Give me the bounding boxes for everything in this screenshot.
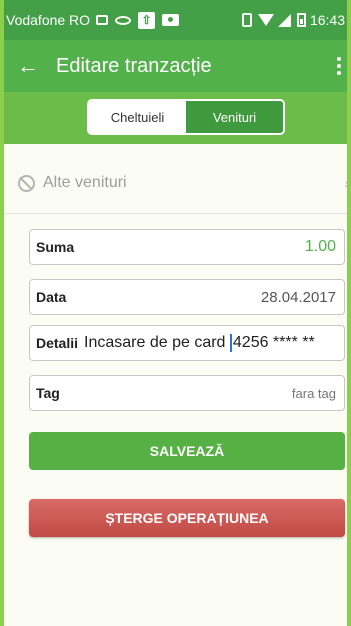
more-options-icon[interactable] (327, 57, 351, 75)
status-bar: Vodafone RO ⇧ 16:43 (0, 0, 351, 40)
category-selector[interactable]: Alte venituri › (18, 170, 351, 196)
type-tab-bar: Cheltuieli Venituri (0, 92, 351, 144)
back-arrow-icon[interactable]: ← (0, 40, 56, 92)
gallery-notification-icon (96, 15, 109, 25)
upload-notification-icon: ⇧ (138, 11, 156, 29)
details-field[interactable]: Detalii Incasare de pe card 4256 **** ** (29, 325, 345, 361)
app-bar: ← Editare tranzacție (0, 40, 351, 92)
carrier-name: Vodafone RO (6, 12, 91, 28)
date-field[interactable]: Data 28.04.2017 (29, 279, 345, 315)
video-notification-icon (162, 14, 180, 26)
signal-icon (277, 13, 291, 27)
wifi-icon (257, 14, 274, 26)
text-cursor (229, 333, 232, 352)
sum-label: Suma (36, 239, 75, 255)
page-title: Editare tranzacție (56, 54, 212, 77)
delete-operation-button[interactable]: ȘTERGE OPERAȚIUNEA (29, 499, 345, 537)
tag-value: fara tag (291, 385, 336, 401)
details-text-before-cursor: Incasare de pe card (84, 334, 230, 352)
status-icons: 16:43 (241, 12, 351, 28)
vibrate-icon (241, 13, 252, 27)
details-label: Detalii (36, 335, 79, 351)
sum-field[interactable]: Suma 1.00 (29, 229, 345, 265)
divider (4, 213, 347, 214)
details-text-after-cursor: 4256 **** ** (232, 334, 315, 352)
no-category-icon (18, 174, 35, 192)
tab-venituri[interactable]: Venituri (186, 101, 283, 133)
chevron-right-icon: › (344, 175, 349, 191)
tab-cheltuieli[interactable]: Cheltuieli (89, 101, 186, 133)
clock: 16:43 (309, 12, 345, 28)
app-screen: Vodafone RO ⇧ 16:43 ← Editare tranzacție… (0, 0, 351, 626)
tag-field[interactable]: Tag fara tag (29, 375, 345, 411)
save-button[interactable]: SALVEAZĂ (29, 432, 345, 470)
date-label: Data (36, 289, 67, 305)
date-value: 28.04.2017 (260, 288, 336, 306)
sum-value: 1.00 (304, 238, 336, 255)
type-segmented-control: Cheltuieli Venituri (87, 99, 285, 135)
category-label: Alte venituri (43, 174, 127, 191)
link-notification-icon (115, 15, 132, 25)
details-input[interactable]: Incasare de pe card 4256 **** ** (84, 333, 315, 352)
battery-icon (296, 13, 306, 27)
tag-label: Tag (36, 385, 60, 401)
